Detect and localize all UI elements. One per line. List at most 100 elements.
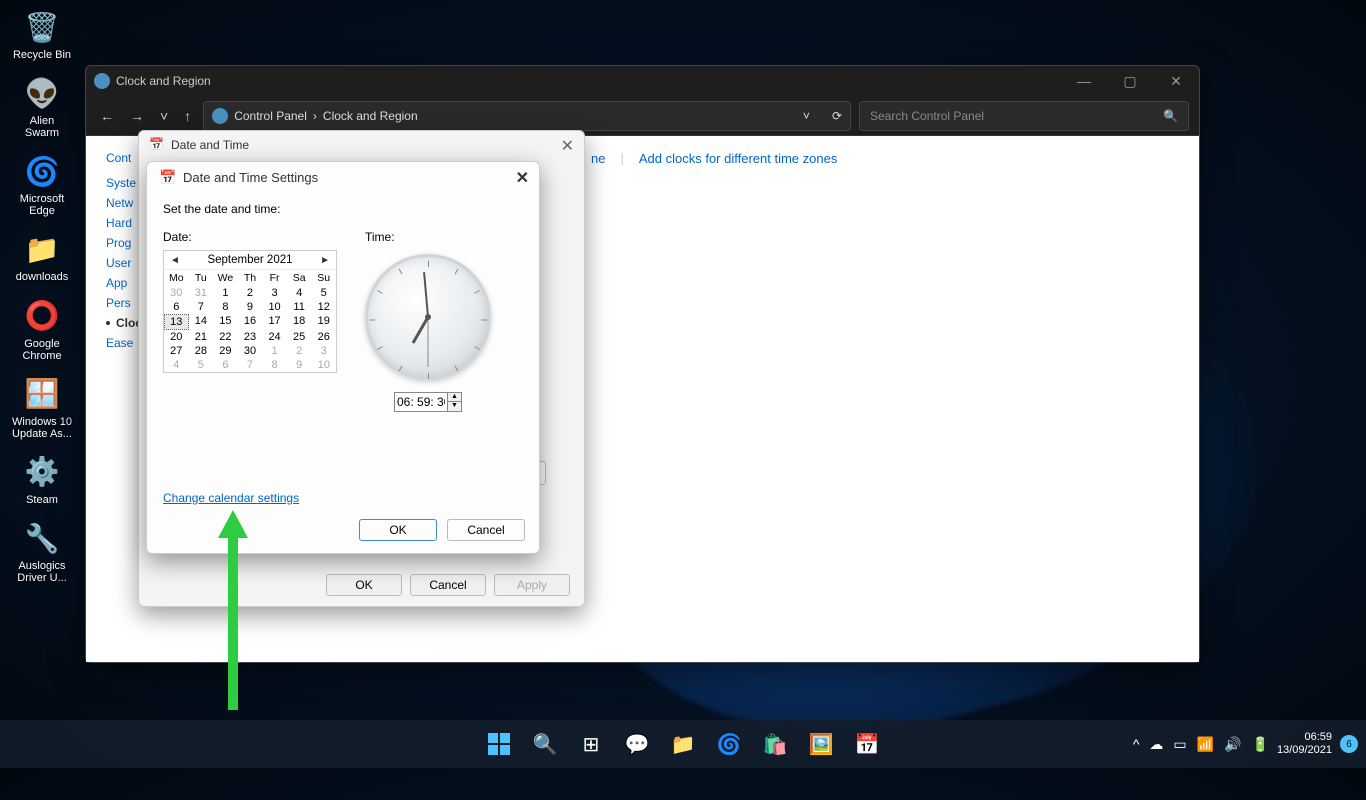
calendar-day[interactable]: 3 — [311, 344, 336, 358]
calendar-day[interactable]: 4 — [287, 286, 312, 300]
calendar-day[interactable]: 22 — [213, 330, 238, 344]
settings-button[interactable]: 📅 — [847, 724, 887, 764]
desktop-icon-downloads[interactable]: 📁downloads — [10, 227, 74, 285]
calendar-day[interactable]: 30 — [164, 286, 189, 300]
cancel-button[interactable]: Cancel — [447, 519, 525, 541]
month-label[interactable]: September 2021 — [207, 254, 292, 266]
dialog-titlebar[interactable]: 📅 Date and Time Settings — [147, 162, 539, 192]
calendar-day[interactable]: 28 — [189, 344, 214, 358]
recent-dropdown[interactable]: ˅ — [156, 104, 172, 128]
calendar-day[interactable]: 8 — [262, 358, 287, 372]
add-clocks-link[interactable]: Add clocks for different time zones — [639, 151, 837, 166]
close-button[interactable]: ✕ — [516, 168, 529, 188]
calendar-day[interactable]: 1 — [213, 286, 238, 300]
calendar-day[interactable]: 8 — [213, 300, 238, 314]
apply-button[interactable]: Apply — [494, 574, 570, 596]
search-button[interactable]: 🔍 — [525, 724, 565, 764]
calendar-day[interactable]: 4 — [164, 358, 189, 372]
maximize-button[interactable]: ▢ — [1107, 66, 1153, 96]
calendar-day[interactable]: 10 — [311, 358, 336, 372]
desktop-icon-microsoft-edge[interactable]: 🌀Microsoft Edge — [10, 149, 74, 219]
calendar-day[interactable]: 10 — [262, 300, 287, 314]
calendar-day[interactable]: 24 — [262, 330, 287, 344]
edge-button[interactable]: 🌀 — [709, 724, 749, 764]
window-titlebar[interactable]: Clock and Region — ▢ ✕ — [86, 66, 1199, 96]
calendar-day[interactable]: 7 — [238, 358, 263, 372]
calendar-day[interactable]: 9 — [287, 358, 312, 372]
close-button[interactable]: ✕ — [561, 136, 574, 156]
calendar-day[interactable]: 15 — [213, 314, 238, 330]
calendar-day[interactable]: 16 — [238, 314, 263, 330]
calendar-day[interactable]: 6 — [213, 358, 238, 372]
language-icon[interactable]: ▭ — [1173, 736, 1186, 753]
time-input[interactable] — [395, 393, 447, 411]
desktop-icon-google-chrome[interactable]: ⭕Google Chrome — [10, 294, 74, 364]
calendar-day[interactable]: 20 — [164, 330, 189, 344]
change-timezone-link-partial[interactable]: ne — [591, 151, 605, 166]
desktop-icon-windows-update[interactable]: 🪟Windows 10 Update As... — [10, 372, 74, 442]
calendar-day[interactable]: 9 — [238, 300, 263, 314]
cancel-button[interactable]: Cancel — [410, 574, 486, 596]
time-up-button[interactable]: ▲ — [448, 393, 461, 402]
desktop-icon-alien-swarm[interactable]: 👽Alien Swarm — [10, 71, 74, 141]
calendar-day[interactable]: 29 — [213, 344, 238, 358]
breadcrumb-dropdown[interactable]: ˅ — [803, 109, 810, 123]
desktop-icon-auslogics[interactable]: 🔧Auslogics Driver U... — [10, 516, 74, 586]
calendar-day[interactable]: 3 — [262, 286, 287, 300]
calendar-day[interactable]: 5 — [189, 358, 214, 372]
calendar-day[interactable]: 27 — [164, 344, 189, 358]
wifi-icon[interactable]: 📶 — [1197, 736, 1214, 753]
calendar-day[interactable]: 7 — [189, 300, 214, 314]
calendar-day[interactable]: 6 — [164, 300, 189, 314]
dialog-titlebar[interactable]: 📅 Date and Time — [139, 131, 584, 159]
calendar-day[interactable]: 2 — [238, 286, 263, 300]
calendar-day[interactable]: 31 — [189, 286, 214, 300]
desktop-icon-steam[interactable]: ⚙️Steam — [10, 450, 74, 508]
minimize-button[interactable]: — — [1061, 66, 1107, 96]
calendar-day[interactable]: 17 — [262, 314, 287, 330]
store-button[interactable]: 🛍️ — [755, 724, 795, 764]
close-button[interactable]: ✕ — [1153, 66, 1199, 96]
notification-badge[interactable]: 6 — [1340, 735, 1358, 753]
calendar-day[interactable]: 13 — [164, 314, 189, 330]
search-box[interactable]: Search Control Panel 🔍 — [859, 101, 1189, 131]
onedrive-icon[interactable]: ☁ — [1149, 736, 1163, 753]
calendar-day[interactable]: 21 — [189, 330, 214, 344]
desktop-icon-recycle-bin[interactable]: 🗑️Recycle Bin — [10, 5, 74, 63]
prev-month-button[interactable]: ◄ — [168, 255, 182, 266]
calendar-day[interactable]: 14 — [189, 314, 214, 330]
refresh-button[interactable]: ⟳ — [832, 109, 842, 123]
calendar-day[interactable]: 12 — [311, 300, 336, 314]
time-spinner[interactable]: ▲ ▼ — [394, 392, 462, 412]
breadcrumb-item[interactable]: Clock and Region — [323, 109, 418, 123]
calendar-day[interactable]: 5 — [311, 286, 336, 300]
volume-icon[interactable]: 🔊 — [1224, 736, 1241, 753]
breadcrumb-item[interactable]: Control Panel — [234, 109, 307, 123]
calendar-day[interactable]: 2 — [287, 344, 312, 358]
start-button[interactable] — [479, 724, 519, 764]
calendar-day[interactable]: 1 — [262, 344, 287, 358]
next-month-button[interactable]: ► — [318, 255, 332, 266]
calendar-day[interactable]: 11 — [287, 300, 312, 314]
taskbar-clock[interactable]: 06:59 13/09/2021 — [1277, 731, 1332, 757]
tray-expand-icon[interactable]: ^ — [1133, 736, 1140, 752]
photos-button[interactable]: 🖼️ — [801, 724, 841, 764]
breadcrumb-bar[interactable]: Control Panel › Clock and Region ˅ ⟳ — [203, 101, 851, 131]
ok-button[interactable]: OK — [359, 519, 437, 541]
calendar-day[interactable]: 23 — [238, 330, 263, 344]
chat-button[interactable]: 💬 — [617, 724, 657, 764]
change-calendar-settings-link[interactable]: Change calendar settings — [163, 491, 299, 505]
calendar-day[interactable]: 25 — [287, 330, 312, 344]
calendar-day[interactable]: 30 — [238, 344, 263, 358]
time-down-button[interactable]: ▼ — [448, 402, 461, 411]
up-button[interactable]: ↑ — [180, 104, 195, 128]
calendar-day[interactable]: 19 — [311, 314, 336, 330]
battery-icon[interactable]: 🔋 — [1252, 736, 1269, 753]
ok-button[interactable]: OK — [326, 574, 402, 596]
back-button[interactable]: ← — [96, 104, 118, 128]
calendar-day[interactable]: 18 — [287, 314, 312, 330]
calendar-day[interactable]: 26 — [311, 330, 336, 344]
file-explorer-button[interactable]: 📁 — [663, 724, 703, 764]
task-view-button[interactable]: ⊞ — [571, 724, 611, 764]
forward-button[interactable]: → — [126, 104, 148, 128]
